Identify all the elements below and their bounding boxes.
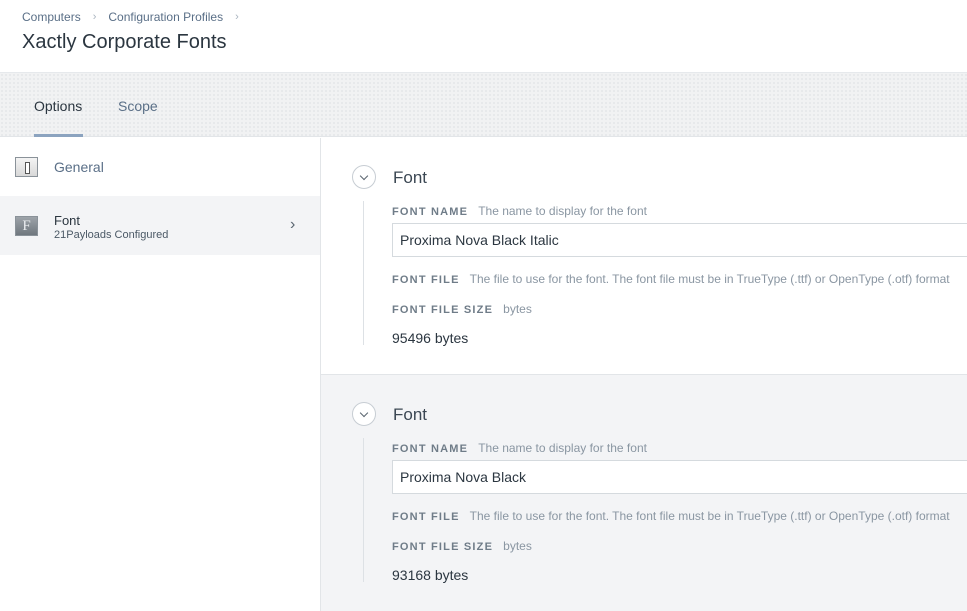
sidebar-item-sublabel: 21Payloads Configured: [54, 229, 169, 241]
breadcrumb-configuration-profiles[interactable]: Configuration Profiles: [108, 10, 223, 24]
breadcrumb-separator-icon: ›: [92, 11, 97, 23]
font-name-help: The name to display for the font: [478, 204, 647, 218]
payload-title: Font: [393, 168, 428, 187]
active-tab-indicator: [34, 134, 83, 137]
font-file-size-help: bytes: [503, 539, 532, 553]
payload-content: Font FONT NAME The name to display for th…: [321, 138, 967, 611]
font-file-size-value: 93168 bytes: [392, 567, 469, 583]
font-file-help: The file to use for the font. The font f…: [469, 272, 950, 286]
sidebar-item-label: General: [54, 159, 104, 175]
font-name-input[interactable]: Proxima Nova Black: [392, 460, 967, 494]
payload-divider: [363, 438, 364, 582]
tab-scope[interactable]: Scope: [118, 98, 158, 114]
font-file-size-help: bytes: [503, 302, 532, 316]
font-file-size-value: 95496 bytes: [392, 330, 469, 346]
font-name-label: FONT NAME The name to display for the fon…: [392, 204, 647, 218]
font-file-size-label: FONT FILE SIZE bytes: [392, 539, 532, 553]
sidebar-item-font[interactable]: F Font 21Payloads Configured ›: [0, 196, 320, 255]
font-name-label-text: FONT NAME: [392, 206, 469, 218]
sidebar-item-general[interactable]: General: [0, 138, 320, 196]
switch-icon: [15, 157, 38, 177]
breadcrumb: Computers › Configuration Profiles ›: [22, 10, 251, 24]
collapse-chevron-icon[interactable]: [352, 165, 376, 189]
payload-divider: [363, 201, 364, 345]
font-file-label: FONT FILE The file to use for the font. T…: [392, 509, 950, 523]
font-file-label-text: FONT FILE: [392, 511, 460, 523]
font-file-size-label-text: FONT FILE SIZE: [392, 304, 494, 316]
font-payload-panel: Font FONT NAME The name to display for th…: [321, 375, 967, 611]
tab-options[interactable]: Options: [34, 98, 82, 114]
font-name-label: FONT NAME The name to display for the fon…: [392, 441, 647, 455]
font-file-size-label-text: FONT FILE SIZE: [392, 541, 494, 553]
font-name-input[interactable]: Proxima Nova Black Italic: [392, 223, 967, 257]
font-name-label-text: FONT NAME: [392, 443, 469, 455]
font-icon: F: [15, 216, 38, 236]
font-file-size-label: FONT FILE SIZE bytes: [392, 302, 532, 316]
collapse-chevron-icon[interactable]: [352, 402, 376, 426]
breadcrumb-separator-icon: ›: [235, 11, 239, 23]
sidebar-item-label: Font: [54, 213, 81, 228]
font-name-help: The name to display for the font: [478, 441, 647, 455]
page-header: Computers › Configuration Profiles › Xac…: [0, 0, 967, 73]
page-title: Xactly Corporate Fonts: [22, 31, 227, 53]
tab-bar: Options Scope: [0, 73, 967, 137]
font-file-label-text: FONT FILE: [392, 274, 460, 286]
font-file-help: The file to use for the font. The font f…: [469, 509, 950, 523]
payload-sidebar: General F Font 21Payloads Configured ›: [0, 138, 321, 611]
font-payload-panel: Font FONT NAME The name to display for th…: [321, 138, 967, 375]
chevron-right-icon: ›: [290, 216, 296, 233]
payload-title: Font: [393, 405, 428, 424]
font-file-label: FONT FILE The file to use for the font. T…: [392, 272, 950, 286]
breadcrumb-computers[interactable]: Computers: [22, 10, 81, 24]
